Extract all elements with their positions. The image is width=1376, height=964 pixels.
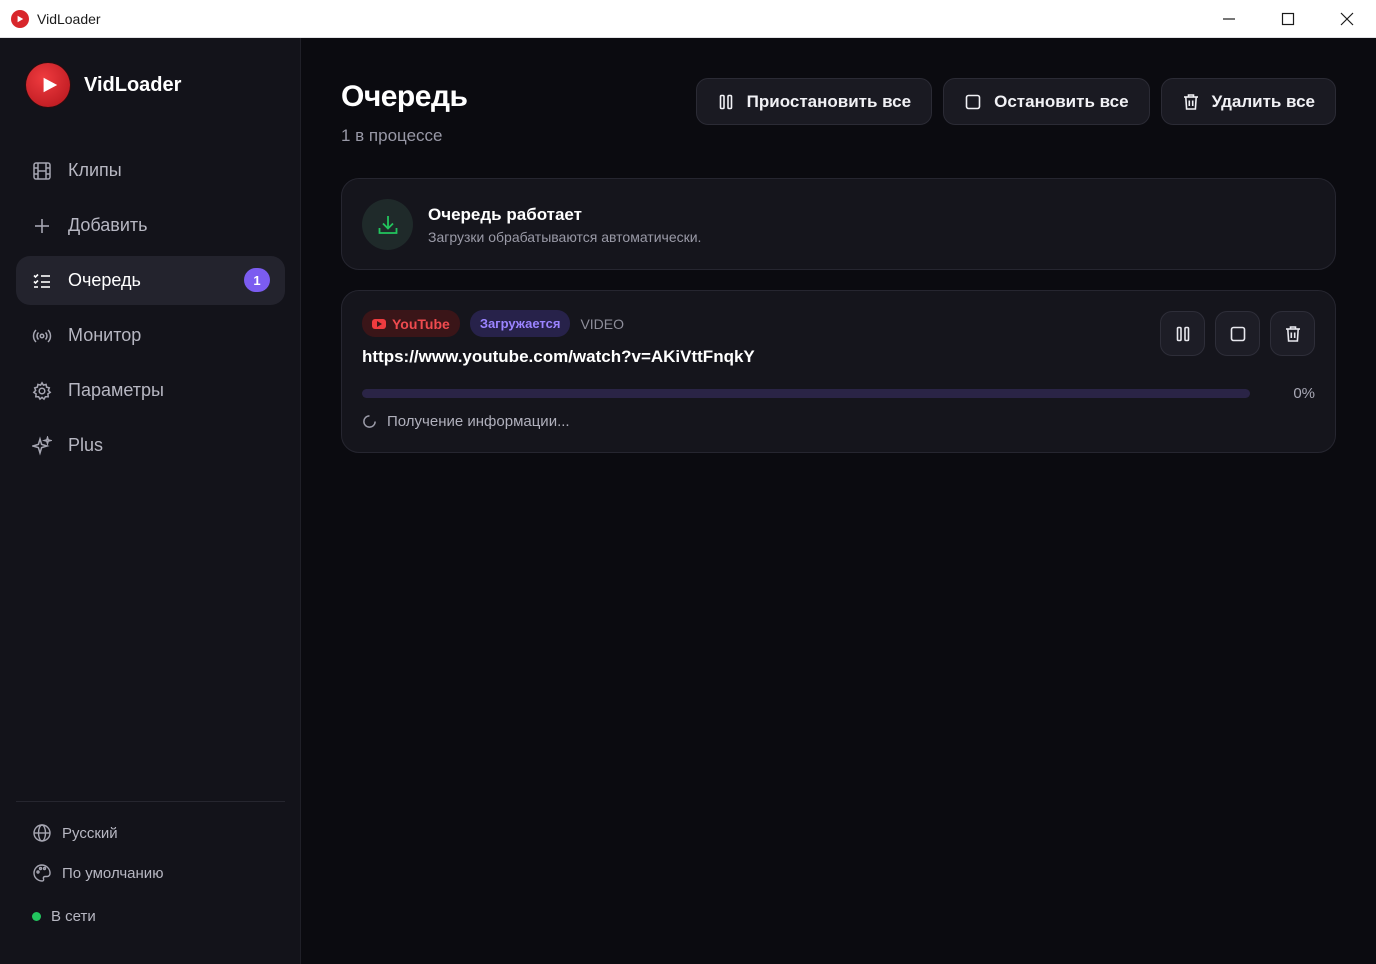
source-badge: YouTube bbox=[362, 310, 460, 337]
window-titlebar: VidLoader bbox=[0, 0, 1376, 38]
page-title: Очередь bbox=[341, 80, 468, 113]
sidebar-item-label: Параметры bbox=[68, 380, 164, 400]
stop-icon bbox=[1230, 326, 1245, 341]
stop-all-button[interactable]: Остановить все bbox=[943, 78, 1150, 125]
minimize-button[interactable] bbox=[1200, 0, 1258, 38]
progress-percent: 0% bbox=[1293, 385, 1315, 402]
state-badge: Загружается bbox=[469, 310, 571, 337]
sidebar-item-label: Очередь bbox=[68, 270, 141, 290]
trash-icon bbox=[1285, 325, 1300, 342]
sidebar-item-queue[interactable]: Очередь 1 bbox=[16, 256, 285, 305]
connection-status: В сети bbox=[32, 908, 96, 925]
main-content: Очередь 1 в процессе Приостановить все О… bbox=[301, 38, 1376, 964]
sidebar-item-clips[interactable]: Клипы bbox=[16, 146, 285, 195]
brand-logo-icon bbox=[26, 63, 70, 107]
theme-label: По умолчанию bbox=[62, 864, 164, 882]
stop-all-label: Остановить все bbox=[994, 91, 1129, 111]
sidebar-item-settings[interactable]: Параметры bbox=[16, 366, 285, 415]
language-selector[interactable]: Русский bbox=[32, 823, 118, 843]
source-label: YouTube bbox=[392, 315, 450, 332]
status-label: В сети bbox=[51, 908, 96, 925]
sidebar-item-label: Добавить bbox=[68, 215, 148, 235]
pause-job-button[interactable] bbox=[1160, 311, 1205, 356]
trash-icon bbox=[1183, 93, 1198, 110]
maximize-button[interactable] bbox=[1259, 0, 1317, 38]
sidebar-item-label: Plus bbox=[68, 435, 104, 455]
close-icon bbox=[1340, 12, 1354, 26]
page-subtitle: 1 в процессе bbox=[341, 126, 443, 145]
sidebar: VidLoader Клипы Добавить Очередь 1 Монит… bbox=[0, 38, 301, 964]
language-label: Русский bbox=[62, 824, 118, 842]
job-tags: YouTube Загружается VIDEO bbox=[362, 310, 624, 337]
pause-all-label: Приостановить все bbox=[746, 91, 912, 111]
queue-status-subtitle: Загрузки обрабатываются автоматически. bbox=[428, 229, 702, 245]
pause-icon bbox=[1176, 326, 1189, 341]
stop-job-button[interactable] bbox=[1215, 311, 1260, 356]
close-button[interactable] bbox=[1318, 0, 1376, 38]
job-url: https://www.youtube.com/watch?v=AKiVttFn… bbox=[362, 347, 755, 366]
brand[interactable]: VidLoader bbox=[26, 63, 181, 107]
job-status: Получение информации... bbox=[362, 413, 570, 430]
job-actions bbox=[1160, 311, 1315, 356]
globe-icon bbox=[33, 824, 51, 842]
list-checks-icon bbox=[32, 271, 52, 291]
status-dot-icon bbox=[32, 912, 41, 921]
queue-status-card: Очередь работает Загрузки обрабатываются… bbox=[341, 178, 1336, 270]
spinner-icon bbox=[363, 415, 376, 428]
delete-all-label: Удалить все bbox=[1211, 91, 1315, 111]
sidebar-item-monitor[interactable]: Монитор bbox=[16, 311, 285, 360]
theme-selector[interactable]: По умолчанию bbox=[32, 863, 163, 883]
sidebar-nav: Клипы Добавить Очередь 1 Монитор Парамет… bbox=[16, 146, 285, 476]
delete-all-button[interactable]: Удалить все bbox=[1160, 78, 1336, 125]
brand-name: VidLoader bbox=[84, 73, 182, 96]
sidebar-item-label: Монитор bbox=[68, 325, 142, 345]
film-icon bbox=[32, 161, 52, 181]
progress-bar bbox=[362, 389, 1250, 398]
maximize-icon bbox=[1281, 12, 1295, 26]
app-logo-icon bbox=[11, 10, 29, 28]
sidebar-item-plus[interactable]: Plus bbox=[16, 421, 285, 470]
queue-count-badge: 1 bbox=[244, 268, 270, 292]
sidebar-divider bbox=[16, 801, 285, 802]
job-status-text: Получение информации... bbox=[387, 413, 570, 430]
media-type-label: VIDEO bbox=[580, 315, 625, 332]
gear-icon bbox=[32, 380, 52, 401]
window-title: VidLoader bbox=[37, 11, 101, 27]
youtube-icon bbox=[372, 318, 386, 329]
download-job-card: YouTube Загружается VIDEO https://www.yo… bbox=[341, 290, 1336, 453]
radio-broadcast-icon bbox=[32, 326, 52, 346]
pause-all-button[interactable]: Приостановить все bbox=[695, 78, 933, 125]
pause-icon bbox=[719, 94, 732, 109]
plus-icon bbox=[32, 216, 52, 236]
minimize-icon bbox=[1223, 18, 1235, 20]
palette-icon bbox=[33, 864, 51, 882]
delete-job-button[interactable] bbox=[1270, 311, 1315, 356]
queue-status-title: Очередь работает bbox=[428, 205, 582, 224]
download-icon bbox=[362, 199, 413, 250]
sidebar-item-add[interactable]: Добавить bbox=[16, 201, 285, 250]
queue-actions: Приостановить все Остановить все Удалить… bbox=[695, 78, 1336, 125]
stop-icon bbox=[965, 94, 981, 109]
sparkles-icon bbox=[32, 435, 52, 456]
sidebar-item-label: Клипы bbox=[68, 160, 122, 180]
